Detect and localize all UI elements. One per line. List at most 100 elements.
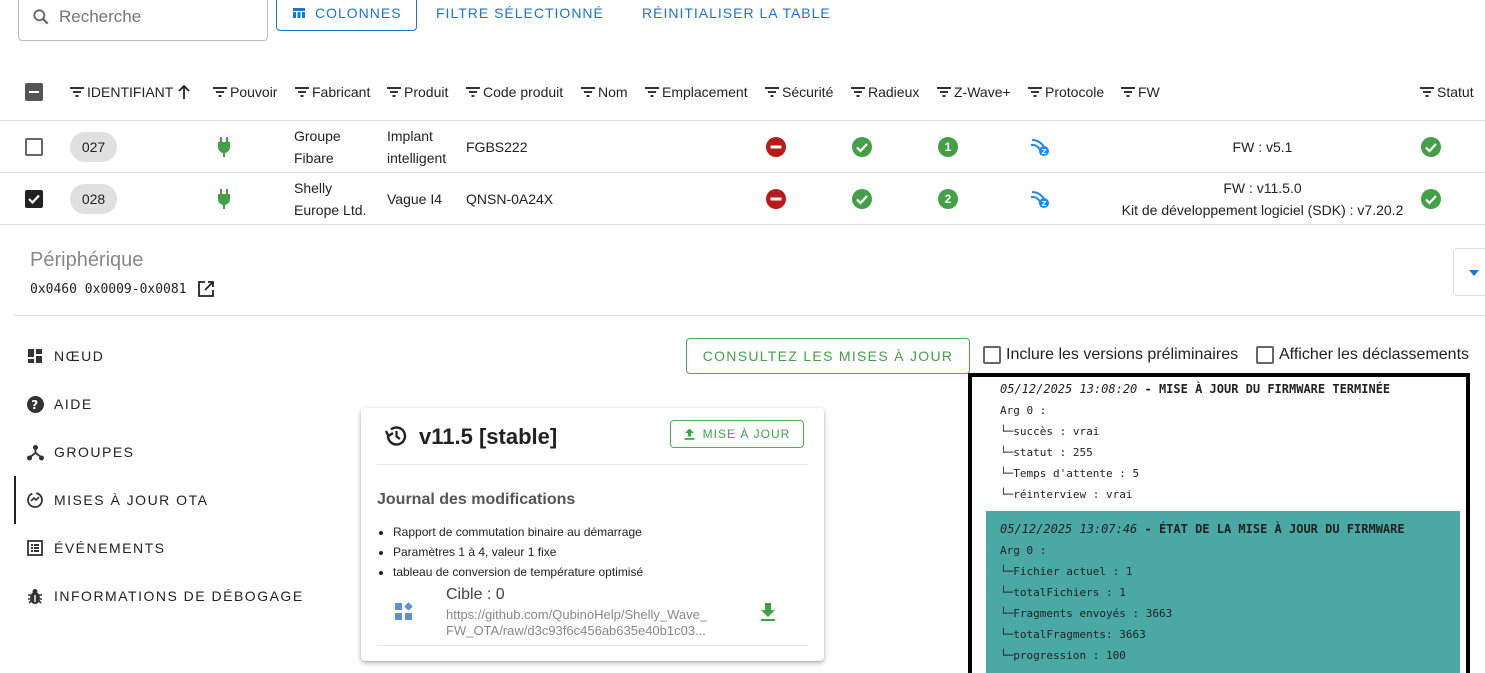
filter-icon xyxy=(937,87,951,97)
zwave-plus-badge: 1 xyxy=(938,137,958,157)
open-in-new-icon[interactable] xyxy=(197,280,215,298)
firmware-url-line: https://github.com/QubinoHelp/Shelly_Wav… xyxy=(446,607,708,622)
header-radieux[interactable]: Radieux xyxy=(851,72,919,112)
filter-icon xyxy=(70,87,84,97)
install-update-button[interactable]: MISE À JOUR xyxy=(670,420,804,448)
download-icon[interactable] xyxy=(760,603,776,621)
nav-item-debug[interactable]: INFORMATIONS DE DÉBOGAGE xyxy=(26,584,304,608)
header-fw[interactable]: FW xyxy=(1121,72,1160,112)
header-label: Code produit xyxy=(483,84,564,100)
header-emplacement[interactable]: Emplacement xyxy=(645,72,748,112)
header-fabricant[interactable]: Fabricant xyxy=(295,72,370,112)
header-label: Emplacement xyxy=(662,84,748,100)
log-entry-title: 05/12/2025 13:07:46 - ÉTAT DE LA MISE À … xyxy=(1000,519,1460,540)
nav-active-indicator xyxy=(14,476,16,524)
nav-label: NŒUD xyxy=(54,348,105,364)
checkbox-box[interactable] xyxy=(1256,346,1274,364)
header-protocole[interactable]: Protocole xyxy=(1028,72,1104,112)
device-title: Périphérique xyxy=(30,249,144,271)
plug-icon xyxy=(218,189,230,209)
header-label: FW xyxy=(1138,84,1160,100)
nav-item-ota[interactable]: MISES À JOUR OTA xyxy=(26,488,208,512)
include-prerelease-label: Inclure les versions préliminaires xyxy=(1006,346,1239,363)
filter-icon xyxy=(645,87,659,97)
nav-label: GROUPES xyxy=(54,444,135,460)
changelog-title: Journal des modifications xyxy=(377,491,576,508)
firmware-version-title: v11.5 [stable] xyxy=(419,424,558,449)
fw-version: FW : v11.5.0 xyxy=(1223,180,1302,196)
card-divider xyxy=(377,464,808,465)
zwave-protocol-icon: Z xyxy=(1030,139,1049,156)
reset-table-button[interactable]: RÉINITIALISER LA TABLE xyxy=(642,0,831,31)
manufacturer-text: Europe Ltd. xyxy=(294,202,367,218)
nav-item-aide[interactable]: ? AIDE xyxy=(26,392,93,416)
columns-button[interactable]: COLONNES xyxy=(276,0,417,31)
history-icon xyxy=(384,426,407,446)
expand-dropdown-button[interactable] xyxy=(1453,248,1485,296)
filter-icon xyxy=(213,87,227,97)
table-row[interactable]: 028 Shelly Europe Ltd. Vague I4 QNSN-0A24… xyxy=(0,173,1485,225)
device-id-text: 0x0460 0x0009-0x0081 xyxy=(30,281,187,297)
zwave-protocol-icon: Z xyxy=(1030,191,1049,208)
table-row[interactable]: 027 Groupe Fibare Implant intelligent FGBS… xyxy=(0,121,1485,173)
filter-selected-button[interactable]: FILTRE SÉLECTIONNÉ xyxy=(436,0,604,31)
search-box[interactable] xyxy=(18,0,268,41)
filter-icon xyxy=(466,87,480,97)
row-checkbox[interactable] xyxy=(25,138,43,156)
svg-text:Z: Z xyxy=(1041,148,1046,156)
header-statut[interactable]: Statut xyxy=(1420,72,1474,112)
header-label: Produit xyxy=(404,84,449,100)
header-identifiant[interactable]: IDENTIFIANT xyxy=(70,72,195,112)
changelog-item: Paramètres 1 à 4, valeur 1 fixe xyxy=(393,542,643,562)
show-downgrades-label: Afficher les déclassements xyxy=(1279,346,1470,363)
table-header: IDENTIFIANT Pouvoir Fabricant Produit Co… xyxy=(0,72,1485,121)
filter-icon xyxy=(851,87,865,97)
svg-text:Z: Z xyxy=(1041,200,1046,208)
fw-version: FW : v5.1 xyxy=(1232,139,1293,155)
select-all-checkbox[interactable] xyxy=(25,72,43,112)
manufacturer-text: Shelly xyxy=(294,180,333,196)
filter-icon xyxy=(581,87,595,97)
log-line: └─réinterview : vrai xyxy=(1000,488,1133,501)
log-entry: 05/12/2025 13:08:20 - MISE À JOUR DU FIR… xyxy=(986,379,1460,505)
header-label: Z-Wave+ xyxy=(954,84,1011,100)
check-updates-button[interactable]: CONSULTEZ LES MISES À JOUR xyxy=(686,338,970,374)
minus-circle-icon xyxy=(766,189,786,209)
arrow-up-icon[interactable] xyxy=(176,84,192,100)
check-icon xyxy=(28,194,40,205)
columns-icon xyxy=(293,7,305,18)
nav-item-noeud[interactable]: NŒUD xyxy=(26,344,104,368)
filter-icon xyxy=(1121,87,1135,97)
grid-icon xyxy=(28,349,42,363)
status-check-icon xyxy=(1421,137,1441,157)
target-text: Cible : 0 xyxy=(446,586,505,603)
minus-circle-icon xyxy=(766,137,786,157)
widgets-icon xyxy=(395,602,413,620)
header-code-produit[interactable]: Code produit xyxy=(466,72,563,112)
section-divider xyxy=(14,315,1485,316)
header-label: Radieux xyxy=(868,84,920,100)
header-nom[interactable]: Nom xyxy=(581,72,628,112)
log-line: Arg 0 : xyxy=(1000,544,1047,557)
show-downgrades-checkbox[interactable]: Afficher les déclassements xyxy=(1256,346,1469,364)
columns-label: COLONNES xyxy=(315,4,402,21)
event-log: 05/12/2025 13:08:20 - MISE À JOUR DU FIR… xyxy=(968,373,1470,673)
nav-item-groupes[interactable]: GROUPES xyxy=(26,440,135,464)
header-securite[interactable]: Sécurité xyxy=(765,72,833,112)
filter-icon xyxy=(1028,87,1042,97)
header-label: Pouvoir xyxy=(230,84,278,100)
header-produit[interactable]: Produit xyxy=(387,72,448,112)
log-entry-highlighted: 05/12/2025 13:07:46 - ÉTAT DE LA MISE À … xyxy=(986,511,1460,673)
checkbox-box[interactable] xyxy=(983,346,1001,364)
node-id-chip: 028 xyxy=(70,184,117,214)
nav-item-evenements[interactable]: ÉVÉNEMENTS xyxy=(26,536,165,560)
log-entry-time: 05/12/2025 13:07:46 xyxy=(1000,522,1138,536)
include-prerelease-checkbox[interactable]: Inclure les versions préliminaires xyxy=(983,346,1238,364)
row-checkbox[interactable] xyxy=(25,190,43,208)
log-entry-event: - MISE À JOUR DU FIRMWARE TERMINÉE xyxy=(1137,382,1391,396)
header-pouvoir[interactable]: Pouvoir xyxy=(213,72,277,112)
search-input[interactable] xyxy=(59,6,249,27)
header-zwave-plus[interactable]: Z-Wave+ xyxy=(937,72,1011,112)
firmware-update-card: v11.5 [stable] MISE À JOUR Journal des m… xyxy=(361,408,824,661)
header-label: Sécurité xyxy=(782,84,834,100)
